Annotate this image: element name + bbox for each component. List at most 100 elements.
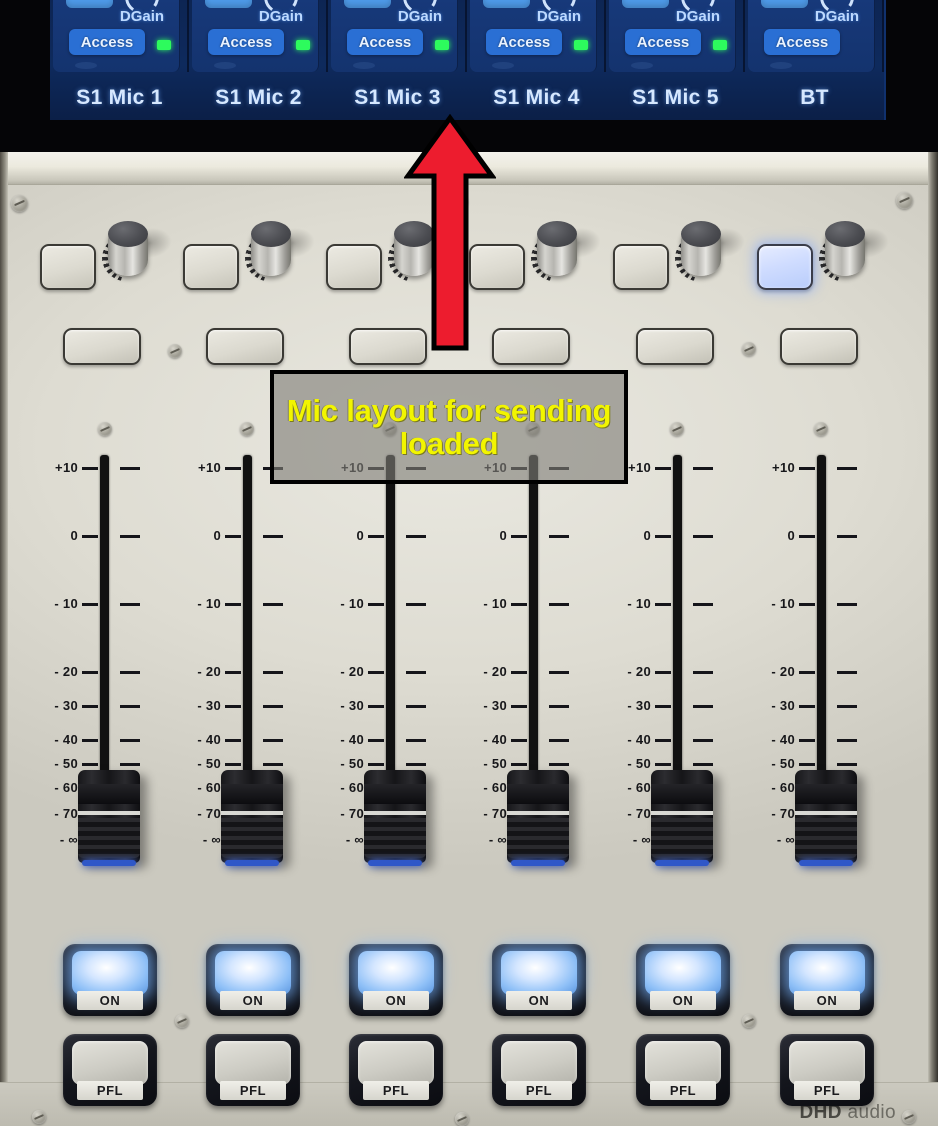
- screen-channel-mini-button[interactable]: [344, 0, 391, 8]
- screen-channel-strip[interactable]: DGain Access S1 Mic 3: [328, 0, 467, 120]
- channel-on-button-1[interactable]: ON: [63, 944, 157, 1016]
- screen-strip-separator: [882, 0, 884, 72]
- access-button[interactable]: Access: [486, 29, 562, 55]
- pfl-button-lamp: [645, 1041, 721, 1085]
- pfl-button-label: PFL: [650, 1081, 716, 1100]
- fader-cap-handle[interactable]: [221, 770, 283, 866]
- channel-select-button-1[interactable]: [40, 244, 96, 290]
- fader-scale-label: - 60: [483, 780, 507, 795]
- screen-channel-mini-button[interactable]: [622, 0, 669, 8]
- screen-channel-strip[interactable]: DGain Access S1 Mic 2: [189, 0, 328, 120]
- access-button[interactable]: Access: [347, 29, 423, 55]
- fader-scale-label: - 40: [627, 732, 651, 747]
- fader-tick-mark-left: [225, 603, 241, 606]
- channel-rotary-encoder-2[interactable]: [245, 221, 317, 282]
- fader-cap-grip: [795, 818, 857, 858]
- fader-tick-mark-right: [693, 535, 713, 538]
- access-button[interactable]: Access: [69, 29, 145, 55]
- fader-position-indicator: [221, 811, 283, 815]
- channel-function-button-6[interactable]: [780, 328, 858, 365]
- fader-tick-mark-left: [799, 535, 815, 538]
- channel-rotary-encoder-4[interactable]: [531, 221, 603, 282]
- channel-nameplate: S1 Mic 2: [189, 76, 328, 120]
- channel-pfl-button-5[interactable]: PFL: [636, 1034, 730, 1106]
- access-button[interactable]: Access: [764, 29, 840, 55]
- fader-tick-mark-left: [82, 467, 98, 470]
- fader-scale-label: - 70: [340, 806, 364, 821]
- channel-fader-1[interactable]: +10 0 - 10 - 20 - 30 - 40 - 50 - 60 - 70 - ∞: [28, 440, 178, 910]
- channel-rotary-encoder-1[interactable]: [102, 221, 174, 282]
- fader-scale-tick: - 10: [171, 596, 321, 611]
- channel-fader-5[interactable]: +10 0- 10- 20- 30- 40- 50- 60- 70- ∞: [601, 440, 751, 910]
- fader-tick-mark-left: [368, 535, 384, 538]
- channel-pfl-button-1[interactable]: PFL: [63, 1034, 157, 1106]
- fader-tick-mark-left: [799, 603, 815, 606]
- channel-rotary-encoder-5[interactable]: [675, 221, 747, 282]
- channel-on-button-5[interactable]: ON: [636, 944, 730, 1016]
- fader-tick-mark-right: [693, 705, 713, 708]
- screen-channel-upper: DGain Access: [748, 0, 875, 72]
- screen-channel-mini-button[interactable]: [205, 0, 252, 8]
- channel-fader-4[interactable]: +100- 10- 20- 30- 40- 50- 60- 70- ∞: [457, 440, 607, 910]
- fader-scale-label: - 50: [771, 756, 795, 771]
- fader-scale-label: +10: [772, 460, 795, 475]
- screen-channel-mini-button[interactable]: [483, 0, 530, 8]
- channel-select-button-6[interactable]: [757, 244, 813, 290]
- on-button-lamp: [501, 951, 577, 995]
- annotation-text: Mic layout for sending loaded: [286, 392, 612, 461]
- panel-left-edge: [0, 152, 8, 1126]
- screen-channel-mini-button[interactable]: [66, 0, 113, 8]
- channel-pfl-button-6[interactable]: PFL: [780, 1034, 874, 1106]
- fader-cap-handle[interactable]: [651, 770, 713, 866]
- channel-function-button-4[interactable]: [492, 328, 570, 365]
- channel-rotary-encoder-6[interactable]: [819, 221, 891, 282]
- access-button[interactable]: Access: [208, 29, 284, 55]
- channel-pfl-button-4[interactable]: PFL: [492, 1034, 586, 1106]
- screen-channel-strip[interactable]: DGain Access S1 Mic 5: [606, 0, 745, 120]
- screen-channel-upper: DGain Access: [470, 0, 597, 72]
- channel-on-button-6[interactable]: ON: [780, 944, 874, 1016]
- fader-cap-handle[interactable]: [78, 770, 140, 866]
- screen-channel-strip[interactable]: DGain Access BT: [745, 0, 884, 120]
- channel-fader-2[interactable]: +10 0 - 10 - 20 - 30 - 40 - 50 - 60 - 70 - ∞: [171, 440, 321, 910]
- pfl-button-lamp: [501, 1041, 577, 1085]
- screen-channel-strip[interactable]: DGain Access S1 Mic 1: [50, 0, 189, 120]
- fader-tick-mark-right: [549, 705, 569, 708]
- fader-cap-handle[interactable]: [507, 770, 569, 866]
- access-button[interactable]: Access: [625, 29, 701, 55]
- channel-pfl-button-3[interactable]: PFL: [349, 1034, 443, 1106]
- fader-tick-mark-right: [693, 671, 713, 674]
- fader-scale-tick: - 10: [745, 597, 895, 610]
- channel-on-button-4[interactable]: ON: [492, 944, 586, 1016]
- screen-channel-mini-button[interactable]: [761, 0, 808, 8]
- channel-on-button-2[interactable]: ON: [206, 944, 300, 1016]
- channel-fader-6[interactable]: +10 0 - 10 - 20 - 30 - 40 - 50 - 60 - 70 - ∞: [745, 440, 895, 910]
- signal-led-indicator: [435, 40, 449, 50]
- fader-scale-tick: - 40: [28, 733, 178, 746]
- fader-scale-label: - 10: [197, 596, 221, 611]
- channel-on-button-3[interactable]: ON: [349, 944, 443, 1016]
- channel-select-button-2[interactable]: [183, 244, 239, 290]
- fader-scale-label: - 10: [627, 596, 651, 611]
- channel-pfl-button-2[interactable]: PFL: [206, 1034, 300, 1106]
- channel-fader-3[interactable]: +100- 10- 20- 30- 40- 50- 60- 70- ∞: [314, 440, 464, 910]
- fader-scale-tick: 0: [314, 529, 464, 542]
- fader-scale-label: 0: [643, 528, 651, 543]
- fader-tick-mark-right: [263, 535, 283, 538]
- fader-cap-handle[interactable]: [795, 770, 857, 866]
- fader-position-indicator: [795, 811, 857, 815]
- channel-select-button-3[interactable]: [326, 244, 382, 290]
- fader-scale-label: - 60: [340, 780, 364, 795]
- channel-function-button-5[interactable]: [636, 328, 714, 365]
- channel-function-button-2[interactable]: [206, 328, 284, 365]
- fader-tick-mark-left: [225, 535, 241, 538]
- panel-screw: [98, 422, 112, 436]
- fader-scale-tick: - 40: [314, 733, 464, 746]
- channel-select-button-5[interactable]: [613, 244, 669, 290]
- fader-scale-label: - 20: [627, 664, 651, 679]
- screen-channel-strip[interactable]: DGain Access S1 Mic 4: [467, 0, 606, 120]
- dgain-label: DGain: [258, 8, 304, 25]
- fader-cap-handle[interactable]: [364, 770, 426, 866]
- channel-function-button-1[interactable]: [63, 328, 141, 365]
- fader-scale-label: - 60: [771, 780, 795, 795]
